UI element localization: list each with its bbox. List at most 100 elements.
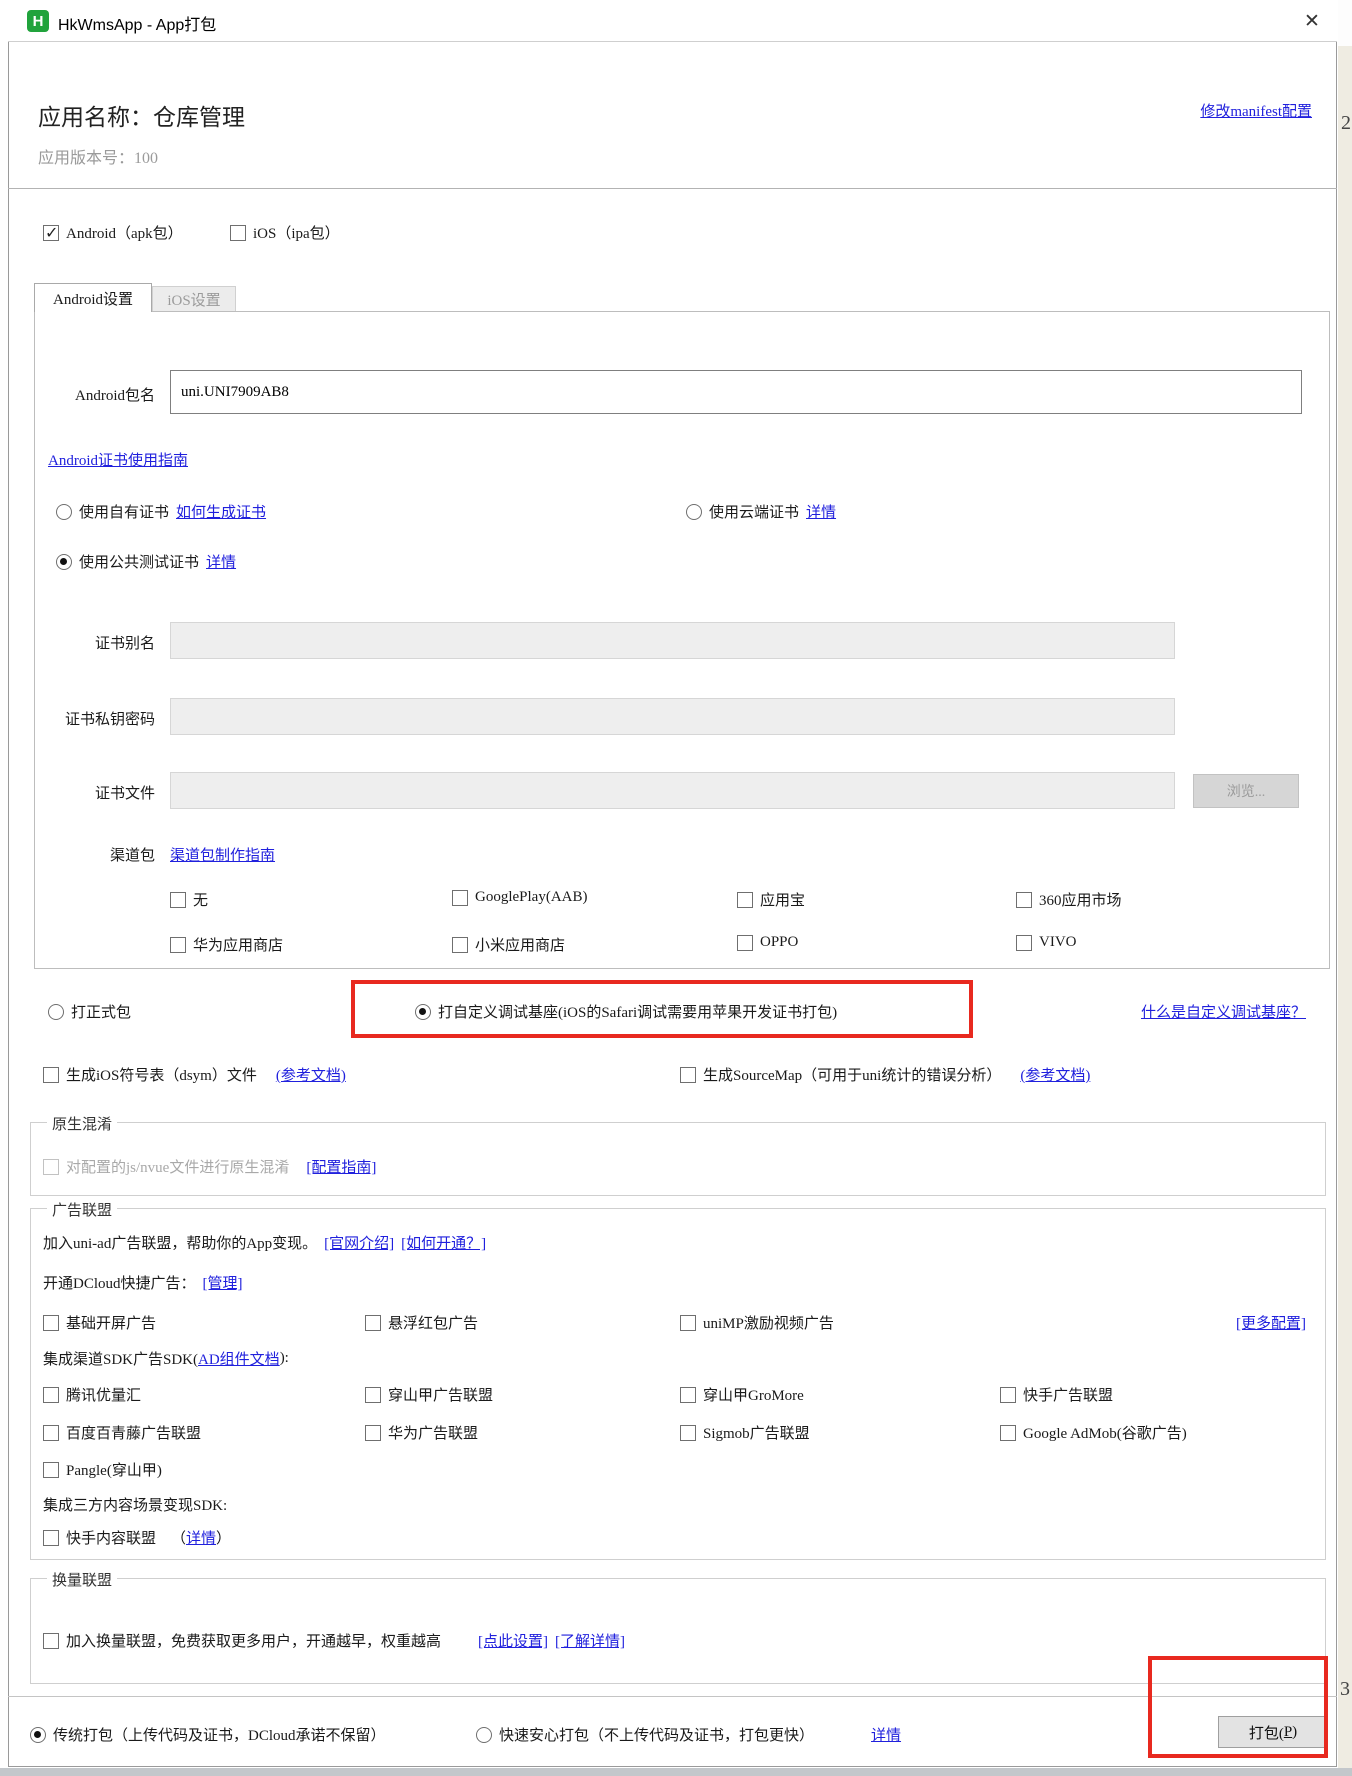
radio-icon[interactable] bbox=[686, 503, 702, 520]
dcloud-quick-ad: 开通DCloud快捷广告： [管理] bbox=[43, 1272, 243, 1293]
checkbox-icon[interactable] bbox=[680, 1066, 696, 1083]
sdk-baidu-checkbox[interactable]: 百度百青藤广告联盟 bbox=[43, 1422, 201, 1443]
ad-float-checkbox[interactable]: 悬浮红包广告 bbox=[365, 1312, 478, 1333]
sdk-ad-label-post: ): bbox=[279, 1350, 289, 1366]
radio-icon[interactable] bbox=[48, 1003, 64, 1020]
ad-splash-checkbox[interactable]: 基础开屏广告 bbox=[43, 1312, 156, 1333]
checkbox-icon[interactable] bbox=[230, 224, 246, 241]
exchange-union-checkbox[interactable]: 加入换量联盟，免费获取更多用户，开通越早，权重越高 [点此设置] [了解详情] bbox=[43, 1630, 625, 1651]
checkbox-icon[interactable] bbox=[1016, 934, 1032, 951]
public-cert-radio[interactable]: 使用公共测试证书 详情 bbox=[56, 551, 236, 572]
edit-manifest-link[interactable]: 修改manifest配置 bbox=[1200, 100, 1312, 121]
package-button[interactable]: 打包(P) bbox=[1218, 1716, 1328, 1748]
cert-guide-link[interactable]: Android证书使用指南 bbox=[48, 449, 188, 470]
content-sdk-label: 集成三方内容场景变现SDK: bbox=[43, 1498, 228, 1514]
checkbox-icon[interactable] bbox=[680, 1386, 696, 1403]
dcloud-manage-link[interactable]: [管理] bbox=[203, 1272, 243, 1293]
ad-component-doc-link[interactable]: AD组件文档 bbox=[198, 1348, 280, 1369]
sdk-sigmob-checkbox[interactable]: Sigmob广告联盟 bbox=[680, 1422, 810, 1443]
pack-detail-link[interactable]: 详情 bbox=[871, 1724, 901, 1745]
ad-howto-link[interactable]: [如何开通？] bbox=[401, 1232, 486, 1253]
sdk-huawei-checkbox[interactable]: 华为广告联盟 bbox=[365, 1422, 478, 1443]
checkbox-icon[interactable] bbox=[170, 936, 186, 953]
ks-content-checkbox[interactable]: 快手内容联盟 （详情） bbox=[43, 1527, 231, 1548]
checkbox-icon[interactable] bbox=[365, 1386, 381, 1403]
cloud-cert-radio[interactable]: 使用云端证书 详情 bbox=[686, 501, 836, 522]
radio-selected-icon[interactable] bbox=[415, 1003, 431, 1020]
exchange-detail-link[interactable]: [了解详情] bbox=[555, 1630, 625, 1651]
checkbox-checked-icon[interactable] bbox=[43, 223, 59, 243]
sourcemap-doc-link[interactable]: (参考文档) bbox=[1020, 1064, 1090, 1085]
checkbox-icon[interactable] bbox=[43, 1066, 59, 1083]
channel-none[interactable]: 无 bbox=[170, 889, 208, 910]
checkbox-icon[interactable] bbox=[737, 934, 753, 951]
checkbox-icon[interactable] bbox=[43, 1529, 59, 1546]
channel-oppo[interactable]: OPPO bbox=[737, 934, 798, 951]
checkbox-icon[interactable] bbox=[43, 1386, 59, 1403]
channel-huawei[interactable]: 华为应用商店 bbox=[170, 934, 283, 955]
checkbox-icon[interactable] bbox=[365, 1424, 381, 1441]
ad-option-label: uniMP激励视频广告 bbox=[703, 1316, 834, 1332]
radio-selected-icon[interactable] bbox=[30, 1726, 46, 1743]
ios-ipa-checkbox[interactable]: iOS（ipa包） bbox=[230, 222, 340, 243]
radio-selected-icon[interactable] bbox=[56, 553, 72, 570]
channel-vivo[interactable]: VIVO bbox=[1016, 934, 1077, 951]
dsym-doc-link[interactable]: (参考文档) bbox=[276, 1064, 346, 1085]
checkbox-icon[interactable] bbox=[452, 936, 468, 953]
checkbox-icon[interactable] bbox=[43, 1314, 59, 1331]
sdk-gromore-checkbox[interactable]: 穿山甲GroMore bbox=[680, 1384, 804, 1405]
checkbox-icon[interactable] bbox=[43, 1632, 59, 1649]
ks-content-detail-link[interactable]: 详情 bbox=[186, 1527, 216, 1548]
checkbox-icon[interactable] bbox=[43, 1461, 59, 1478]
own-cert-radio[interactable]: 使用自有证书 如何生成证书 bbox=[56, 501, 266, 522]
tab-ios-settings[interactable]: iOS设置 bbox=[152, 286, 236, 312]
how-generate-cert-link[interactable]: 如何生成证书 bbox=[176, 501, 266, 522]
sourcemap-checkbox[interactable]: 生成SourceMap（可用于uni统计的错误分析） (参考文档) bbox=[680, 1064, 1090, 1085]
checkbox-icon[interactable] bbox=[680, 1314, 696, 1331]
background-fragment: 2 bbox=[1341, 112, 1351, 134]
more-config-link[interactable]: [更多配置] bbox=[1236, 1312, 1306, 1333]
channel-yingyongbao[interactable]: 应用宝 bbox=[737, 889, 805, 910]
dsym-checkbox[interactable]: 生成iOS符号表（dsym）文件 (参考文档) bbox=[43, 1064, 346, 1085]
checkbox-icon[interactable] bbox=[365, 1314, 381, 1331]
cert-alias-label: 证书别名 bbox=[94, 636, 155, 652]
checkbox-icon[interactable] bbox=[1000, 1424, 1016, 1441]
checkbox-icon[interactable] bbox=[1000, 1386, 1016, 1403]
ad-official-link[interactable]: [官网介绍] bbox=[324, 1232, 394, 1253]
tab-android-settings[interactable]: Android设置 bbox=[34, 283, 152, 312]
ad-unimp-checkbox[interactable]: uniMP激励视频广告 bbox=[680, 1312, 834, 1333]
channel-guide-link[interactable]: 渠道包制作指南 bbox=[170, 844, 275, 865]
sdk-pangle-checkbox[interactable]: Pangle(穿山甲) bbox=[43, 1459, 162, 1480]
radio-icon[interactable] bbox=[476, 1726, 492, 1743]
checkbox-icon[interactable] bbox=[737, 891, 753, 908]
package-name-input[interactable] bbox=[170, 370, 1302, 414]
window-title: HkWmsApp - App打包 bbox=[58, 17, 217, 34]
cert-file-label: 证书文件 bbox=[94, 786, 155, 802]
traditional-pack-radio[interactable]: 传统打包（上传代码及证书，DCloud承诺不保留） bbox=[30, 1724, 386, 1745]
cloud-cert-detail-link[interactable]: 详情 bbox=[806, 501, 836, 522]
fast-pack-radio[interactable]: 快速安心打包（不上传代码及证书，打包更快） 详情 bbox=[476, 1724, 901, 1745]
exchange-setup-link[interactable]: [点此设置] bbox=[478, 1630, 548, 1651]
what-is-debug-base-link[interactable]: 什么是自定义调试基座？ bbox=[1141, 1001, 1306, 1022]
channel-360[interactable]: 360应用市场 bbox=[1016, 889, 1122, 910]
channel-xiaomi[interactable]: 小米应用商店 bbox=[452, 934, 565, 955]
close-icon[interactable]: ✕ bbox=[1298, 8, 1326, 34]
channel-googleplay[interactable]: GooglePlay(AAB) bbox=[452, 889, 588, 906]
checkbox-icon[interactable] bbox=[170, 891, 186, 908]
sdk-tencent-checkbox[interactable]: 腾讯优量汇 bbox=[43, 1384, 141, 1405]
screen: 2 3 H HkWmsApp - App打包 ✕ 修改manifest配置 应用… bbox=[0, 0, 1352, 1776]
obfuscation-guide-link[interactable]: [配置指南] bbox=[306, 1156, 376, 1177]
release-build-radio[interactable]: 打正式包 bbox=[48, 1001, 131, 1022]
checkbox-icon[interactable] bbox=[452, 889, 468, 906]
checkbox-icon[interactable] bbox=[43, 1424, 59, 1441]
public-cert-detail-link[interactable]: 详情 bbox=[206, 551, 236, 572]
sdk-admob-checkbox[interactable]: Google AdMob(谷歌广告) bbox=[1000, 1422, 1187, 1443]
android-apk-checkbox[interactable]: Android（apk包） bbox=[43, 222, 183, 243]
sdk-pangle-union-checkbox[interactable]: 穿山甲广告联盟 bbox=[365, 1384, 493, 1405]
debug-base-radio[interactable]: 打自定义调试基座(iOS的Safari调试需要用苹果开发证书打包) bbox=[415, 1001, 837, 1022]
background-right-strip-top bbox=[1338, 0, 1352, 46]
sdk-kuaishou-checkbox[interactable]: 快手广告联盟 bbox=[1000, 1384, 1113, 1405]
checkbox-icon[interactable] bbox=[1016, 891, 1032, 908]
radio-icon[interactable] bbox=[56, 503, 72, 520]
checkbox-icon[interactable] bbox=[680, 1424, 696, 1441]
